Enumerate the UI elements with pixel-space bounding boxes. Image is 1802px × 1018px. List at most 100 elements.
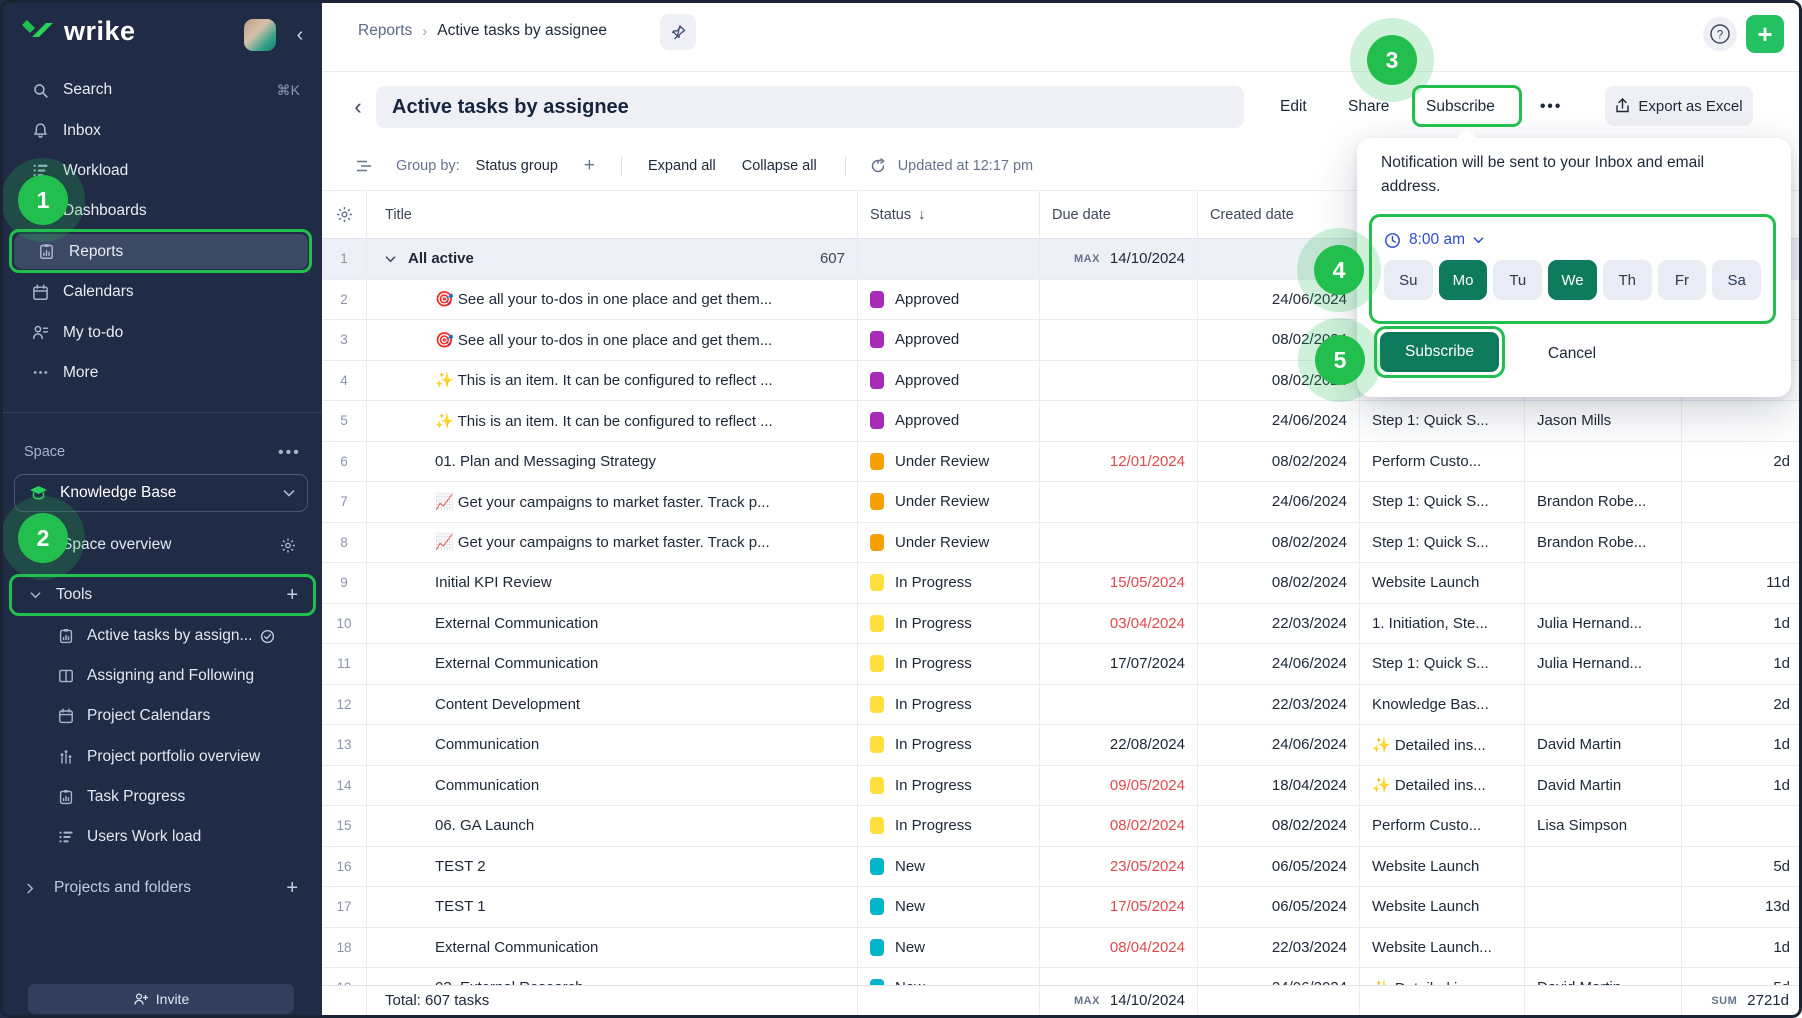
table-row[interactable]: 14CommunicationIn Progress09/05/202418/0… (322, 766, 1802, 807)
status-cell[interactable]: In Progress (858, 604, 1040, 644)
pin-button[interactable] (660, 14, 696, 50)
assignee-cell[interactable]: Lisa Simpson (1525, 806, 1682, 846)
status-cell[interactable]: Approved (858, 361, 1040, 401)
assignee-cell[interactable] (1525, 563, 1682, 603)
group-by-value[interactable]: Status group (476, 158, 558, 174)
project-cell[interactable]: Website Launch (1360, 887, 1525, 927)
duration-cell[interactable] (1682, 401, 1802, 441)
due-date-cell[interactable] (1040, 482, 1198, 522)
project-cell[interactable]: Knowledge Bas... (1360, 685, 1525, 725)
status-cell[interactable]: New (858, 847, 1040, 887)
due-date-cell[interactable]: 08/02/2024 (1040, 806, 1198, 846)
status-cell[interactable]: Under Review (858, 442, 1040, 482)
status-cell[interactable]: Approved (858, 320, 1040, 360)
weekday-pill-we[interactable]: We (1548, 260, 1597, 300)
table-row[interactable]: 13CommunicationIn Progress22/08/202424/0… (322, 725, 1802, 766)
due-date-cell[interactable]: 09/05/2024 (1040, 766, 1198, 806)
help-button[interactable]: ? (1703, 17, 1737, 51)
invite-button[interactable]: Invite (28, 984, 294, 1014)
assignee-cell[interactable]: Julia Hernand... (1525, 604, 1682, 644)
due-date-cell[interactable] (1040, 320, 1198, 360)
due-date-cell[interactable] (1040, 685, 1198, 725)
task-title-cell[interactable]: 06. GA Launch (367, 806, 858, 846)
sidebar-item-more[interactable]: More (8, 353, 314, 393)
task-title-cell[interactable]: TEST 2 (367, 847, 858, 887)
assignee-cell[interactable] (1525, 887, 1682, 927)
table-row[interactable]: 1506. GA LaunchIn Progress08/02/202408/0… (322, 806, 1802, 847)
table-settings-cell[interactable] (322, 191, 367, 238)
assignee-cell[interactable] (1525, 847, 1682, 887)
wrike-logo[interactable]: wrike (20, 16, 136, 47)
sidebar-item-my-to-do[interactable]: My to-do (8, 312, 314, 352)
task-title-cell[interactable]: ✨ This is an item. It can be configured … (367, 401, 858, 441)
due-date-cell[interactable]: 17/07/2024 (1040, 644, 1198, 684)
sidebar-tool-assigning-and-following[interactable]: Assigning and Following (0, 656, 322, 696)
project-cell[interactable]: Website Launch (1360, 563, 1525, 603)
task-title-cell[interactable]: Communication (367, 766, 858, 806)
project-cell[interactable]: Perform Custo... (1360, 442, 1525, 482)
weekday-pill-sa[interactable]: Sa (1712, 260, 1761, 300)
duration-cell[interactable]: 2d (1682, 442, 1802, 482)
created-date-cell[interactable]: 18/04/2024 (1198, 766, 1360, 806)
table-row[interactable]: 7📈 Get your campaigns to market faster. … (322, 482, 1802, 523)
assignee-cell[interactable]: David Martin (1525, 725, 1682, 765)
due-date-cell[interactable]: 23/05/2024 (1040, 847, 1198, 887)
space-more-icon[interactable]: ••• (278, 444, 301, 462)
table-row[interactable]: 10External CommunicationIn Progress03/04… (322, 604, 1802, 645)
column-header-title[interactable]: Title (367, 191, 858, 238)
created-date-cell[interactable]: 24/06/2024 (1198, 725, 1360, 765)
duration-cell[interactable]: 13d (1682, 887, 1802, 927)
task-title-cell[interactable]: Content Development (367, 685, 858, 725)
chevron-down-icon[interactable] (385, 255, 396, 263)
table-row[interactable]: 5✨ This is an item. It can be configured… (322, 401, 1802, 442)
status-cell[interactable]: New (858, 887, 1040, 927)
column-header-due[interactable]: Due date (1040, 191, 1198, 238)
due-date-cell[interactable]: 12/01/2024 (1040, 442, 1198, 482)
task-title-cell[interactable]: TEST 1 (367, 887, 858, 927)
created-date-cell[interactable]: 24/06/2024 (1198, 482, 1360, 522)
due-date-cell[interactable] (1040, 361, 1198, 401)
status-cell[interactable]: In Progress (858, 806, 1040, 846)
sidebar-tool-project-calendars[interactable]: Project Calendars (0, 696, 322, 736)
create-new-button[interactable]: + (1746, 15, 1784, 53)
created-date-cell[interactable]: 06/05/2024 (1198, 887, 1360, 927)
project-cell[interactable]: 1. Initiation, Ste... (1360, 604, 1525, 644)
group-title-cell[interactable]: All active607 (367, 239, 858, 279)
table-row[interactable]: 17TEST 1New17/05/202406/05/2024Website L… (322, 887, 1802, 928)
due-date-cell[interactable]: 17/05/2024 (1040, 887, 1198, 927)
refresh-icon[interactable] (870, 158, 886, 174)
duration-cell[interactable]: 11d (1682, 563, 1802, 603)
expand-all-button[interactable]: Expand all (648, 158, 716, 174)
duration-cell[interactable] (1682, 523, 1802, 563)
project-cell[interactable]: Step 1: Quick S... (1360, 523, 1525, 563)
due-date-cell[interactable]: 03/04/2024 (1040, 604, 1198, 644)
created-date-cell[interactable]: 08/02/2024 (1198, 523, 1360, 563)
created-date-cell[interactable]: 24/06/2024 (1198, 401, 1360, 441)
more-actions-button[interactable]: ••• (1540, 92, 1562, 122)
assignee-cell[interactable] (1525, 685, 1682, 725)
share-button[interactable]: Share (1348, 92, 1389, 122)
task-title-cell[interactable]: 📈 Get your campaigns to market faster. T… (367, 523, 858, 563)
assignee-cell[interactable]: Julia Hernand... (1525, 644, 1682, 684)
table-row[interactable]: 18External CommunicationNew08/04/202422/… (322, 928, 1802, 969)
weekday-pill-tu[interactable]: Tu (1493, 260, 1542, 300)
status-cell[interactable]: In Progress (858, 725, 1040, 765)
sidebar-collapse-icon[interactable]: ‹ (288, 22, 312, 48)
duration-cell[interactable]: 5d (1682, 847, 1802, 887)
status-cell[interactable]: New (858, 928, 1040, 968)
created-date-cell[interactable]: 08/02/2024 (1198, 563, 1360, 603)
export-excel-button[interactable]: Export as Excel (1605, 86, 1753, 126)
duration-cell[interactable] (1682, 806, 1802, 846)
created-date-cell[interactable]: 22/03/2024 (1198, 604, 1360, 644)
task-title-cell[interactable]: 01. Plan and Messaging Strategy (367, 442, 858, 482)
created-date-cell[interactable]: 22/03/2024 (1198, 928, 1360, 968)
task-title-cell[interactable]: External Communication (367, 644, 858, 684)
status-cell[interactable]: Approved (858, 280, 1040, 320)
due-date-cell[interactable]: 08/04/2024 (1040, 928, 1198, 968)
due-date-cell[interactable] (1040, 401, 1198, 441)
due-date-cell[interactable]: 15/05/2024 (1040, 563, 1198, 603)
assignee-cell[interactable] (1525, 928, 1682, 968)
breadcrumb-reports-link[interactable]: Reports (358, 22, 412, 40)
sidebar-item-projects-folders[interactable]: Projects and folders + (0, 870, 322, 906)
weekday-pill-fr[interactable]: Fr (1658, 260, 1707, 300)
